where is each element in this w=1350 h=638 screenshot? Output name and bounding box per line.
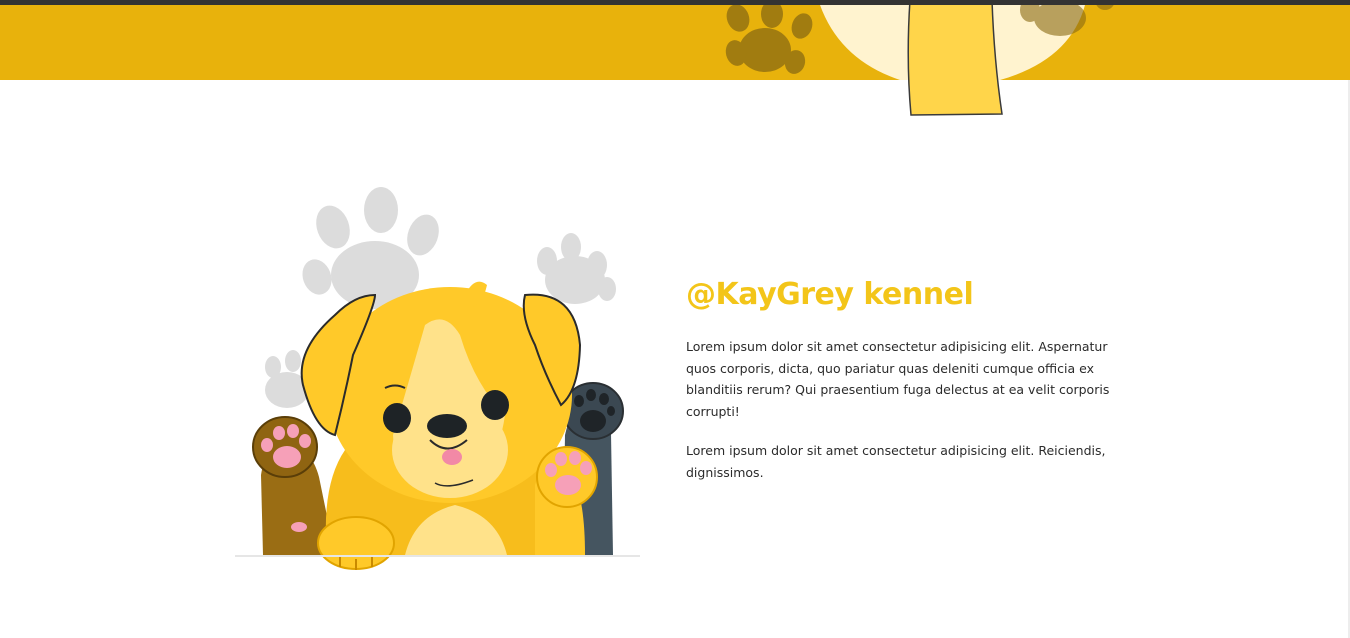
paw-prints-and-tail-icon (725, 0, 1115, 116)
intro-paragraph-1: Lorem ipsum dolor sit amet consectetur a… (686, 339, 1110, 419)
intro-paragraph-2: Lorem ipsum dolor sit amet consectetur a… (686, 443, 1106, 480)
kennel-title: @KayGrey kennel (686, 277, 974, 312)
page: @KayGrey kennel Lorem ipsum dolor sit am… (0, 0, 1350, 638)
window-top-border (0, 0, 1350, 5)
intro-section: @KayGrey kennel Lorem ipsum dolor sit am… (686, 276, 1116, 501)
header-banner (0, 5, 1350, 80)
puppy-waving-paws-icon (235, 187, 640, 570)
